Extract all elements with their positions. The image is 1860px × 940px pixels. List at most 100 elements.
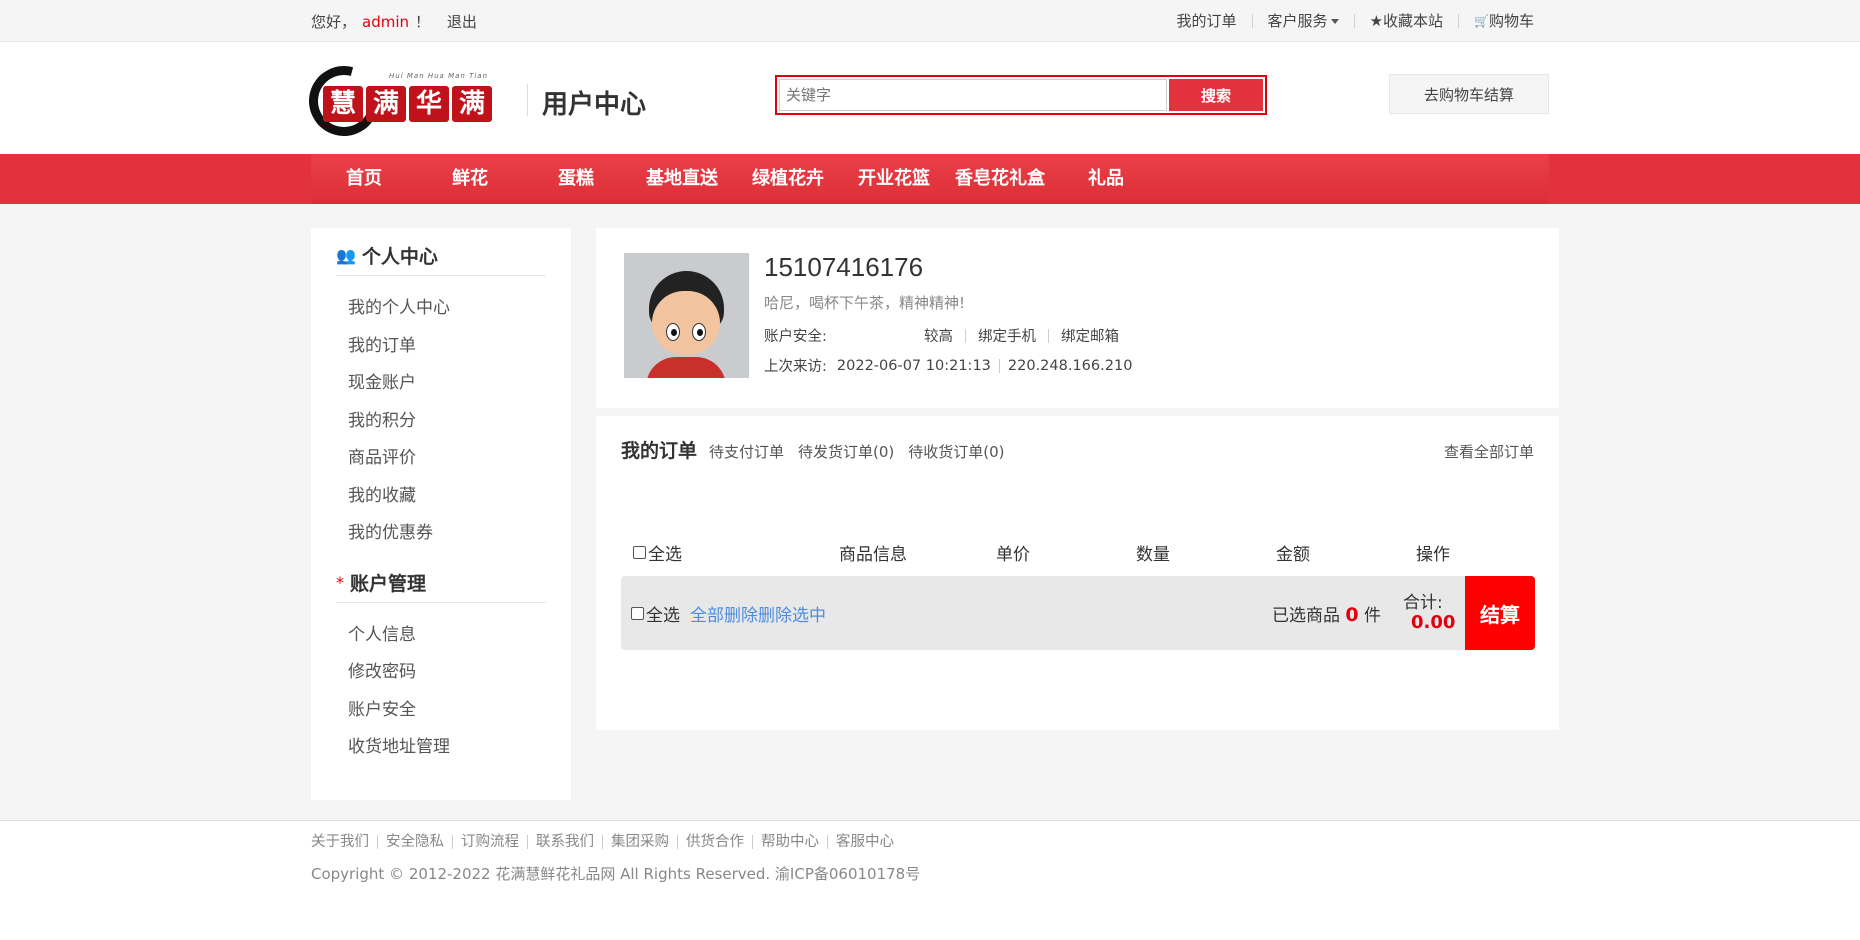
col-amount: 金额 xyxy=(1276,545,1310,565)
customer-service-menu[interactable]: 客户服务 xyxy=(1251,14,1354,29)
delete-links[interactable]: 全部删除删除选中 xyxy=(690,601,826,626)
footer-select-all[interactable]: 全选 xyxy=(631,601,680,626)
avatar[interactable] xyxy=(624,253,749,378)
personal-list: 我的个人中心 我的订单 现金账户 我的积分 商品评价 我的收藏 我的优惠券 xyxy=(336,276,546,565)
account-heading: * 账户管理 xyxy=(336,569,546,603)
selected-count: 0 xyxy=(1345,603,1359,626)
caret-down-icon xyxy=(1330,18,1339,24)
footer-link-service[interactable]: 客服中心 xyxy=(827,835,902,849)
divider xyxy=(998,358,1000,373)
logo-char: 满 xyxy=(366,86,406,122)
total-label: 合计: xyxy=(1403,593,1443,613)
footer-link-ordering[interactable]: 订购流程 xyxy=(452,835,527,849)
header-select-all[interactable]: 全选 xyxy=(633,540,773,565)
sidebar: 👥 个人中心 我的个人中心 我的订单 现金账户 我的积分 商品评价 我的收藏 我… xyxy=(311,228,571,800)
cart-label: 购物车 xyxy=(1488,12,1534,30)
security-row: 账户安全: 较高 绑定手机 绑定邮箱 xyxy=(764,325,1132,346)
cart-link[interactable]: 🛒 购物车 xyxy=(1458,12,1549,30)
total-amount: 0.00 xyxy=(1411,612,1456,633)
logo-char: 满 xyxy=(452,86,492,122)
footer-link-contact[interactable]: 联系我们 xyxy=(527,835,602,849)
footer-link-help[interactable]: 帮助中心 xyxy=(752,835,827,849)
personal-section: 👥 个人中心 我的个人中心 我的订单 现金账户 我的积分 商品评价 我的收藏 我… xyxy=(336,242,546,565)
last-visit-row: 上次来访: 2022-06-07 10:21:13 220.248.166.21… xyxy=(764,355,1132,376)
star-icon: ★ xyxy=(1369,12,1384,30)
copyright: Copyright © 2012-2022 花满慧鲜花礼品网 All Right… xyxy=(311,865,921,883)
sidebar-item-personal-info[interactable]: 个人信息 xyxy=(348,617,546,655)
col-unit-price: 单价 xyxy=(996,545,1030,565)
orders-header: 我的订单 待支付订单 待发货订单(0) 待收货订单(0) 查看全部订单 xyxy=(621,436,1534,463)
divider xyxy=(1048,328,1049,343)
cart-table-header: 全选 商品信息 单价 数量 金额 操作 xyxy=(633,540,1534,565)
nav-item-soap-gift[interactable]: 香皂花礼盒 xyxy=(947,154,1053,204)
site-logo[interactable]: Hui Man Hua Man Tian 慧 满 华 满 xyxy=(296,53,509,149)
sidebar-item-address[interactable]: 收货地址管理 xyxy=(348,729,546,767)
sidebar-item-account-security[interactable]: 账户安全 xyxy=(348,692,546,730)
nav-item-cake[interactable]: 蛋糕 xyxy=(523,154,629,204)
sidebar-item-cash-account[interactable]: 现金账户 xyxy=(348,365,546,403)
pending-receive-link[interactable]: 待收货订单(0) xyxy=(908,441,1004,462)
header-divider xyxy=(527,84,528,116)
sidebar-item-points[interactable]: 我的积分 xyxy=(348,403,546,441)
bind-email-link[interactable]: 绑定邮箱 xyxy=(1061,325,1119,346)
footer-link-supply[interactable]: 供货合作 xyxy=(677,835,752,849)
nav-item-gifts[interactable]: 礼品 xyxy=(1053,154,1159,204)
exclaim-text: ！ xyxy=(415,12,431,31)
sidebar-item-change-password[interactable]: 修改密码 xyxy=(348,654,546,692)
footer-links: 关于我们 安全隐私 订购流程 联系我们 集团采购 供货合作 帮助中心 客服中心 xyxy=(311,835,902,850)
orders-title: 我的订单 xyxy=(621,440,698,462)
last-visit-label: 上次来访: xyxy=(764,359,827,375)
col-select-all: 全选 xyxy=(648,545,682,565)
username-link[interactable]: admin xyxy=(362,13,409,31)
footer-link-privacy[interactable]: 安全隐私 xyxy=(377,835,452,849)
account-section: * 账户管理 个人信息 修改密码 账户安全 收货地址管理 xyxy=(336,569,546,779)
top-links: 我的订单 客户服务 ★ 收藏本站 🛒 购物车 xyxy=(1162,12,1549,30)
search-input[interactable] xyxy=(779,79,1167,111)
logo-seals: 慧 满 华 满 xyxy=(323,86,495,122)
search-box: 搜索 xyxy=(775,75,1267,115)
asterisk-icon: * xyxy=(336,572,344,592)
favorite-label: 收藏本站 xyxy=(1383,12,1444,30)
view-all-orders-link[interactable]: 查看全部订单 xyxy=(1444,441,1534,462)
nav-item-baskets[interactable]: 开业花篮 xyxy=(841,154,947,204)
footer-select-all-checkbox[interactable] xyxy=(631,606,644,620)
sidebar-item-favorites[interactable]: 我的收藏 xyxy=(348,478,546,516)
footer-link-group-buy[interactable]: 集团采购 xyxy=(602,835,677,849)
account-list: 个人信息 修改密码 账户安全 收货地址管理 xyxy=(336,603,546,779)
checkout-button[interactable]: 结算 xyxy=(1465,576,1535,650)
nav-item-home[interactable]: 首页 xyxy=(311,154,417,204)
sidebar-item-coupons[interactable]: 我的优惠券 xyxy=(348,515,546,553)
orders-panel: 我的订单 待支付订单 待发货订单(0) 待收货订单(0) 查看全部订单 全选 商… xyxy=(596,416,1559,730)
sidebar-item-my-orders[interactable]: 我的订单 xyxy=(348,328,546,366)
last-visit-time: 2022-06-07 10:21:13 xyxy=(836,357,991,374)
account-title: 账户管理 xyxy=(350,572,427,595)
user-phone: 15107416176 xyxy=(764,252,924,282)
profile-info: 15107416176 哈尼，喝杯下午茶，精神精神! 账户安全: 较高 绑定手机… xyxy=(764,252,1132,376)
search-button[interactable]: 搜索 xyxy=(1169,79,1263,111)
select-all-checkbox[interactable] xyxy=(633,546,646,559)
last-visit-ip: 220.248.166.210 xyxy=(1007,357,1133,374)
footer-link-about[interactable]: 关于我们 xyxy=(311,835,377,850)
nav-item-direct[interactable]: 基地直送 xyxy=(629,154,735,204)
my-orders-link[interactable]: 我的订单 xyxy=(1162,14,1252,29)
col-quantity: 数量 xyxy=(1136,545,1170,565)
sidebar-item-my-center[interactable]: 我的个人中心 xyxy=(348,290,546,328)
header: Hui Man Hua Man Tian 慧 满 华 满 用户中心 搜索 去购物… xyxy=(0,42,1860,154)
pending-ship-link[interactable]: 待发货订单(0) xyxy=(798,441,894,462)
logout-link[interactable]: 退出 xyxy=(447,13,477,31)
main-area: 👥 个人中心 我的个人中心 我的订单 现金账户 我的积分 商品评价 我的收藏 我… xyxy=(0,204,1860,820)
sidebar-item-reviews[interactable]: 商品评价 xyxy=(348,440,546,478)
security-label: 账户安全: xyxy=(764,329,827,345)
logo-char: 华 xyxy=(409,86,449,122)
total-summary: 合计: 0.00 xyxy=(1403,593,1463,633)
favorite-link[interactable]: ★ 收藏本站 xyxy=(1353,12,1458,30)
col-actions: 操作 xyxy=(1416,545,1450,565)
pending-pay-link[interactable]: 待支付订单 xyxy=(709,441,784,462)
col-product-info: 商品信息 xyxy=(839,545,907,565)
personal-heading: 👥 个人中心 xyxy=(336,242,546,276)
greeting-text: 您好， xyxy=(311,12,357,31)
nav-item-flowers[interactable]: 鲜花 xyxy=(417,154,523,204)
go-to-cart-button[interactable]: 去购物车结算 xyxy=(1389,74,1549,114)
nav-item-plants[interactable]: 绿植花卉 xyxy=(735,154,841,204)
bind-phone-link[interactable]: 绑定手机 xyxy=(978,325,1036,346)
